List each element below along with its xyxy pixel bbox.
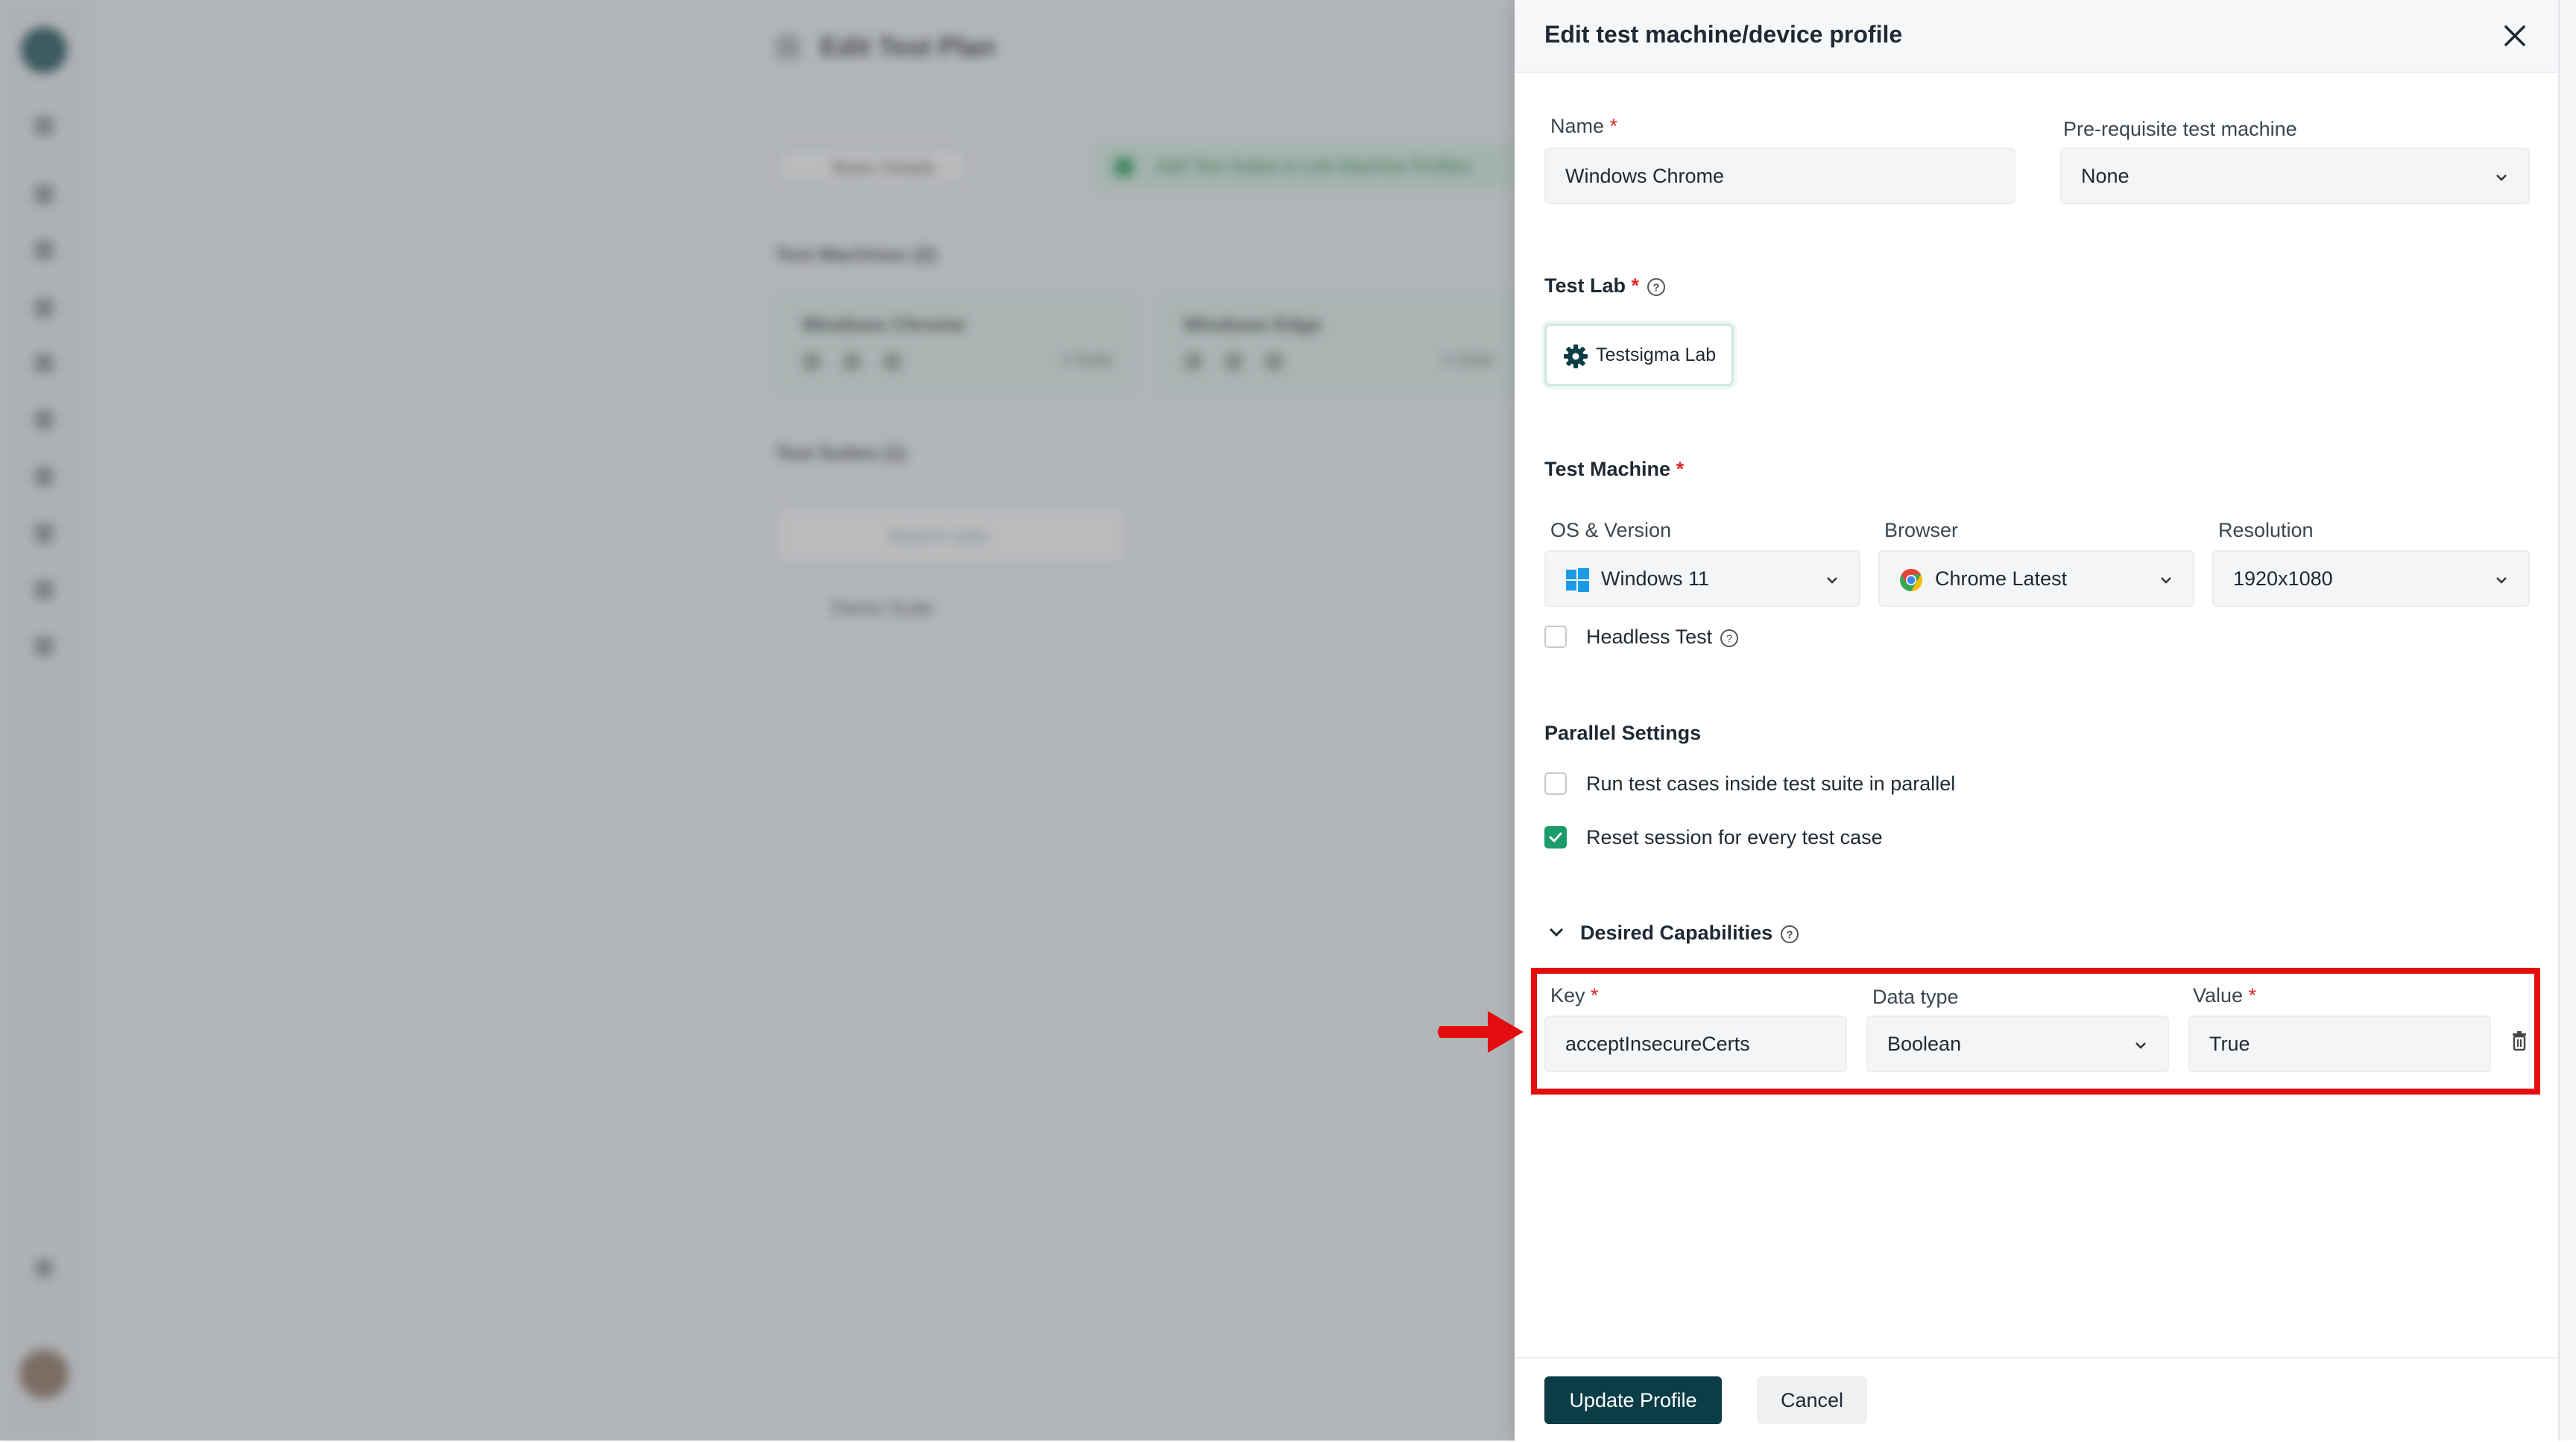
os-version-value: Windows 11 [1601, 567, 1710, 590]
resolution-label: Resolution [2218, 519, 2314, 541]
browser-value: Chrome Latest [1935, 567, 2068, 590]
chevron-down-icon [1827, 577, 1837, 584]
help-circle-icon[interactable]: ? [1647, 277, 1666, 297]
parallel-run-label: Run test cases inside test suite in para… [1586, 772, 1956, 795]
desired-capabilities-heading[interactable]: Desired Capabilities? [1580, 922, 1799, 945]
scrollbar[interactable] [2558, 0, 2576, 1441]
windows-icon [1566, 568, 1589, 592]
browser-label: Browser [1884, 519, 1959, 541]
close-icon[interactable] [2500, 21, 2530, 51]
headless-test-checkbox[interactable] [1544, 626, 1567, 648]
svg-text:?: ? [1726, 632, 1732, 645]
checkmark-icon [1549, 832, 1562, 843]
testsigma-lab-option[interactable]: Testsigma Lab [1544, 324, 1734, 386]
name-label: Name * [1550, 115, 1618, 137]
annotation-arrow-icon [1438, 1011, 1524, 1053]
panel-header: Edit test machine/device profile [1515, 0, 2558, 73]
help-circle-icon[interactable]: ? [1780, 925, 1799, 944]
prereq-label: Pre-requisite test machine [2063, 118, 2297, 140]
test-lab-label: Test Lab *? [1544, 274, 1666, 297]
background-app: Edit Test Plan Basic Details Add Test Su… [0, 0, 1518, 1441]
resolution-value: 1920x1080 [2233, 567, 2333, 590]
reset-session-label: Reset session for every test case [1586, 826, 1883, 848]
chevron-down-icon [2496, 174, 2507, 181]
svg-text:?: ? [1652, 281, 1659, 294]
panel-footer: Update Profile Cancel [1515, 1357, 2558, 1442]
modal-overlay[interactable] [0, 0, 1515, 1441]
chrome-icon [1900, 569, 1923, 591]
chevron-down-icon [2161, 577, 2171, 584]
os-version-label: OS & Version [1550, 519, 1672, 541]
prereq-select[interactable]: None [2060, 148, 2530, 204]
reset-session-checkbox[interactable] [1544, 826, 1567, 848]
test-machine-label: Test Machine * [1544, 458, 1685, 480]
os-version-select[interactable]: Windows 11 [1544, 550, 1860, 607]
headless-test-label: Headless Test? [1586, 626, 1739, 649]
cancel-button[interactable]: Cancel [1757, 1376, 1867, 1424]
chevron-down-icon [2496, 577, 2507, 584]
edit-profile-panel: Edit test machine/device profile Name * … [1515, 0, 2558, 1442]
name-input[interactable]: Windows Chrome [1544, 148, 2015, 204]
browser-select[interactable]: Chrome Latest [1878, 550, 2194, 607]
annotation-highlight-box [1531, 968, 2540, 1095]
resolution-select[interactable]: 1920x1080 [2212, 550, 2530, 607]
prereq-value: None [2081, 165, 2130, 187]
update-profile-button[interactable]: Update Profile [1544, 1376, 1722, 1424]
gear-icon [1564, 344, 1588, 368]
help-circle-icon[interactable]: ? [1720, 629, 1739, 648]
parallel-run-checkbox[interactable] [1544, 772, 1567, 795]
svg-text:?: ? [1787, 928, 1793, 941]
parallel-settings-heading: Parallel Settings [1544, 722, 1702, 744]
panel-title: Edit test machine/device profile [1544, 21, 1903, 48]
chevron-down-icon[interactable] [1547, 923, 1565, 941]
test-lab-value: Testsigma Lab [1596, 344, 1717, 365]
